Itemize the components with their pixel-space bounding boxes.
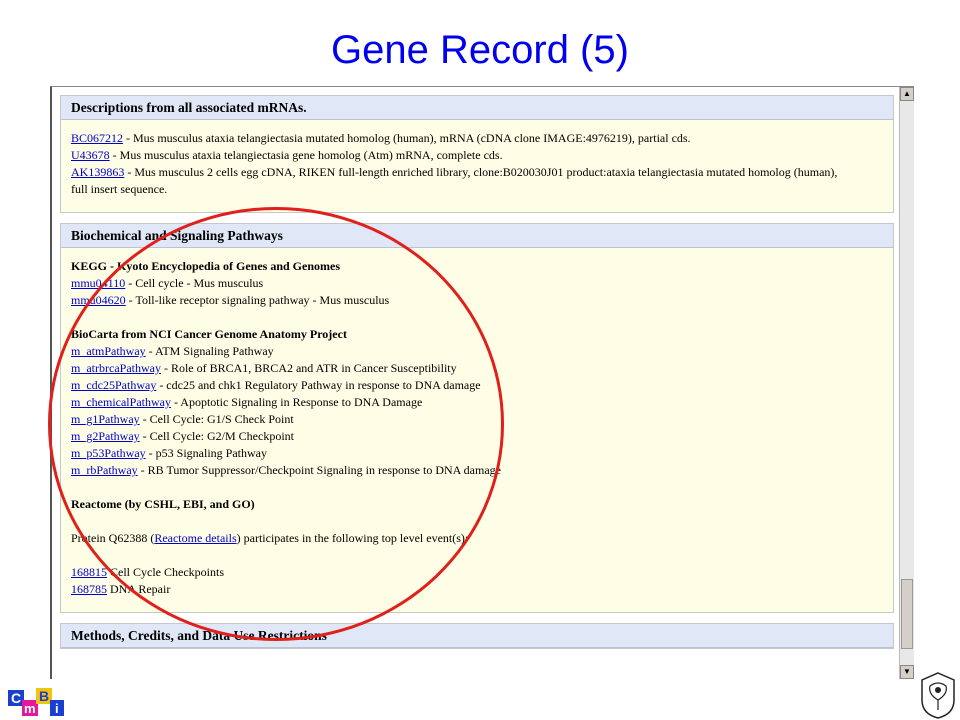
pathway-description: - Role of BRCA1, BRCA2 and ATR in Cancer…	[160, 361, 457, 375]
university-seal-icon	[921, 672, 955, 719]
list-item: BC067212 - Mus musculus ataxia telangiec…	[71, 130, 883, 147]
list-item: m_p53Pathway - p53 Signaling Pathway	[71, 445, 883, 462]
pathway-description: - Cell Cycle: G1/S Check Point	[139, 412, 294, 426]
reactome-details-link[interactable]: Reactome details	[154, 531, 236, 545]
biocarta-link[interactable]: m_atrbrcaPathway	[71, 361, 161, 375]
list-item: m_atmPathway - ATM Signaling Pathway	[71, 343, 883, 360]
slide-title: Gene Record (5)	[331, 28, 629, 72]
reactome-text: ) participates in the following top leve…	[236, 531, 469, 545]
biocarta-link[interactable]: m_g1Pathway	[71, 412, 140, 426]
section-heading: Biochemical and Signaling Pathways	[61, 224, 893, 248]
list-item: AK139863 - Mus musculus 2 cells egg cDNA…	[71, 164, 841, 198]
section-heading: Methods, Credits, and Data Use Restricti…	[61, 624, 893, 648]
event-description: Cell Cycle Checkpoints	[107, 565, 224, 579]
scroll-up-arrow-icon[interactable]: ▲	[900, 87, 914, 101]
logo-letter: m	[24, 701, 36, 716]
reactome-protein-line: Protein Q62388 (Reactome details) partic…	[71, 530, 883, 547]
pathway-description: - cdc25 and chk1 Regulatory Pathway in r…	[156, 378, 481, 392]
pathway-description: - p53 Signaling Pathway	[145, 446, 267, 460]
pathway-description: - Toll-like receptor signaling pathway -…	[125, 293, 390, 307]
scrollbar-thumb[interactable]	[901, 579, 913, 649]
list-item: m_g2Pathway - Cell Cycle: G2/M Checkpoin…	[71, 428, 883, 445]
kegg-link[interactable]: mmu04110	[71, 276, 125, 290]
reactome-text: Protein Q62388 (	[71, 531, 155, 545]
reactome-title: Reactome (by CSHL, EBI, and GO)	[71, 497, 255, 511]
list-item: 168815 Cell Cycle Checkpoints	[71, 564, 883, 581]
page-content: Descriptions from all associated mRNAs. …	[60, 95, 894, 659]
mrna-description: - Mus musculus 2 cells egg cDNA, RIKEN f…	[71, 165, 838, 196]
biocarta-link[interactable]: m_cdc25Pathway	[71, 378, 156, 392]
reactome-event-link[interactable]: 168785	[71, 582, 107, 596]
biocarta-link[interactable]: m_rbPathway	[71, 463, 138, 477]
mrna-descriptions-section: Descriptions from all associated mRNAs. …	[60, 95, 894, 213]
biocarta-title: BioCarta from NCI Cancer Genome Anatomy …	[71, 327, 347, 341]
scroll-down-arrow-icon[interactable]: ▼	[900, 665, 914, 679]
browser-viewport: Descriptions from all associated mRNAs. …	[50, 86, 914, 679]
pathway-description: - ATM Signaling Pathway	[145, 344, 274, 358]
mrna-link[interactable]: BC067212	[71, 131, 123, 145]
list-item: m_g1Pathway - Cell Cycle: G1/S Check Poi…	[71, 411, 883, 428]
list-item: m_atrbrcaPathway - Role of BRCA1, BRCA2 …	[71, 360, 883, 377]
mrna-link[interactable]: AK139863	[71, 165, 124, 179]
list-item: U43678 - Mus musculus ataxia telangiecta…	[71, 147, 883, 164]
logo-letter: C	[11, 690, 21, 706]
list-item: m_cdc25Pathway - cdc25 and chk1 Regulato…	[71, 377, 883, 394]
pathway-description: - Cell cycle - Mus musculus	[125, 276, 264, 290]
list-item: mmu04110 - Cell cycle - Mus musculus	[71, 275, 883, 292]
list-item: 168785 DNA Repair	[71, 581, 883, 598]
section-heading: Descriptions from all associated mRNAs.	[61, 96, 893, 120]
biocarta-link[interactable]: m_p53Pathway	[71, 446, 146, 460]
biocarta-link[interactable]: m_chemicalPathway	[71, 395, 171, 409]
list-item: m_chemicalPathway - Apoptotic Signaling …	[71, 394, 883, 411]
kegg-link[interactable]: mmu04620	[71, 293, 126, 307]
methods-section: Methods, Credits, and Data Use Restricti…	[60, 623, 894, 649]
mrna-link[interactable]: U43678	[71, 148, 110, 162]
vertical-scrollbar[interactable]: ▲ ▼	[899, 87, 914, 679]
list-item: mmu04620 - Toll-like receptor signaling …	[71, 292, 883, 309]
cmbi-logo: C m B i	[8, 688, 64, 716]
pathway-description: - RB Tumor Suppressor/Checkpoint Signali…	[137, 463, 501, 477]
kegg-title: KEGG - Kyoto Encyclopedia of Genes and G…	[71, 259, 341, 273]
event-description: DNA Repair	[107, 582, 171, 596]
list-item: m_rbPathway - RB Tumor Suppressor/Checkp…	[71, 462, 883, 479]
pathway-description: - Apoptotic Signaling in Response to DNA…	[170, 395, 423, 409]
biocarta-link[interactable]: m_g2Pathway	[71, 429, 140, 443]
pathways-section: Biochemical and Signaling Pathways KEGG …	[60, 223, 894, 613]
biocarta-link[interactable]: m_atmPathway	[71, 344, 146, 358]
pathway-description: - Cell Cycle: G2/M Checkpoint	[139, 429, 294, 443]
logo-letter: B	[39, 688, 49, 704]
logo-letter: i	[55, 701, 59, 716]
mrna-description: - Mus musculus ataxia telangiectasia gen…	[109, 148, 503, 162]
mrna-description: - Mus musculus ataxia telangiectasia mut…	[123, 131, 691, 145]
reactome-event-link[interactable]: 168815	[71, 565, 107, 579]
